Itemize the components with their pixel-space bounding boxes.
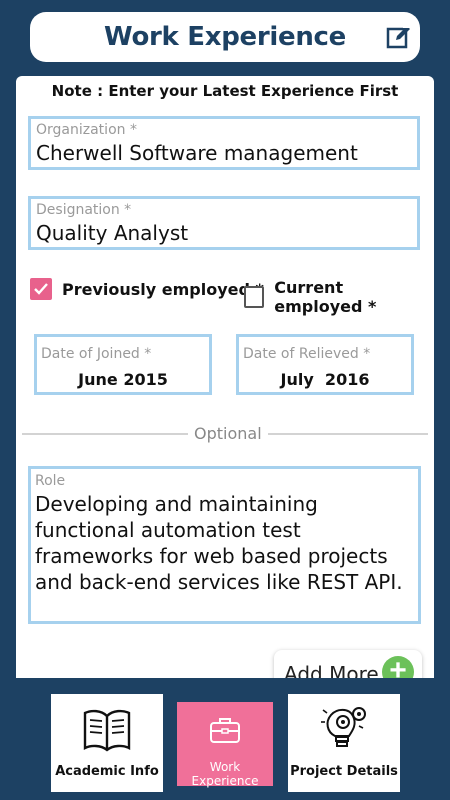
date-relieved-label: Date of Relieved * [243,346,371,362]
designation-value: Quality Analyst [36,221,189,245]
tab-project-details[interactable]: Project Details [288,694,400,792]
tab-work-experience-label: Work Experience [191,760,259,788]
date-relieved-field[interactable]: Date of Relieved * July 2016 [236,334,414,395]
tab-academic-info-label: Academic Info [55,764,159,779]
lightbulb-gears-icon [321,707,366,747]
organization-value: Cherwell Software management [36,141,358,165]
note-text: Note : Enter your Latest Experience Firs… [51,82,399,100]
previously-employed-checkbox-row[interactable]: Previously employed * [30,278,264,300]
checkmark-icon [34,283,48,295]
book-icon [83,709,131,752]
tab-project-details-label: Project Details [290,764,398,779]
current-employed-checkbox-row[interactable]: Current employed * [244,278,434,316]
tab-work-experience[interactable]: Work Experience [177,702,273,788]
current-employed-checkbox[interactable] [244,286,265,308]
date-joined-field[interactable]: Date of Joined * June 2015 [34,334,212,395]
page-title: Work Experience [104,22,346,52]
role-field[interactable]: Role Developing and maintaining function… [28,466,421,624]
edit-icon[interactable] [386,24,412,50]
organization-label: Organization * [36,122,137,138]
role-label: Role [35,473,66,489]
date-joined-value: June 2015 [78,370,168,389]
previously-employed-checkbox[interactable] [30,278,52,300]
tab-academic-info[interactable]: Academic Info [51,694,163,792]
designation-field[interactable]: Designation * Quality Analyst [28,196,420,250]
current-employed-label: Current employed * [274,278,377,316]
date-relieved-value: July 2016 [280,370,370,389]
plus-icon: + [382,656,414,678]
add-more-button[interactable]: Add More + [274,650,422,678]
previously-employed-label: Previously employed * [62,279,264,299]
designation-label: Designation * [36,202,132,218]
add-more-label: Add More [284,662,379,678]
date-joined-label: Date of Joined * [41,346,152,362]
optional-label: Optional [188,424,268,443]
role-value: Developing and maintaining functional au… [35,492,403,594]
header-bar: Work Experience [30,12,420,62]
briefcase-icon [210,718,240,743]
work-experience-form: Note : Enter your Latest Experience Firs… [16,76,434,678]
organization-field[interactable]: Organization * Cherwell Software managem… [28,116,420,170]
